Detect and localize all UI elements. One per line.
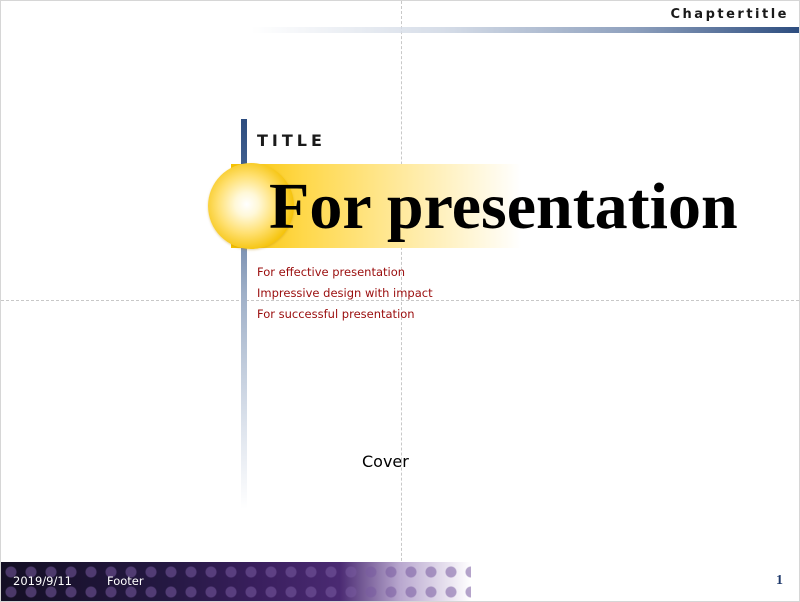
header-gradient-bar <box>251 27 799 33</box>
footer-text[interactable]: Footer <box>107 574 144 588</box>
footer-date[interactable]: 2019/9/11 <box>13 574 72 588</box>
slide: Chaptertitle TITLE For presentation For … <box>0 0 800 602</box>
chapter-title[interactable]: Chaptertitle <box>671 7 789 22</box>
subtitle-list[interactable]: For effective presentation Impressive de… <box>257 262 433 325</box>
subtitle-item: Impressive design with impact <box>257 286 433 300</box>
subtitle-item: For successful presentation <box>257 307 415 321</box>
title-label[interactable]: TITLE <box>257 131 326 150</box>
page-number[interactable]: 1 <box>776 573 783 589</box>
cover-label[interactable]: Cover <box>362 452 409 471</box>
main-title[interactable]: For presentation <box>269 167 738 247</box>
subtitle-item: For effective presentation <box>257 265 406 279</box>
